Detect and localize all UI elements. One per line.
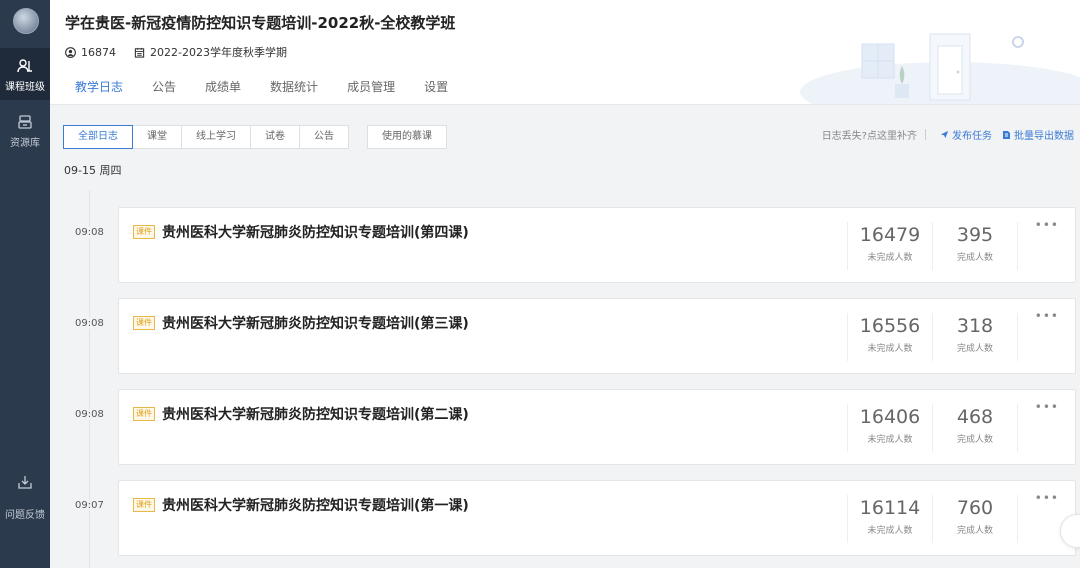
- log-date: 09-15 周四: [64, 164, 122, 177]
- incomplete-count: 16556: [859, 315, 921, 337]
- missing-log-link[interactable]: 日志丢失?点这里补齐: [822, 127, 917, 142]
- complete-count: 468: [956, 406, 994, 428]
- divider: [1017, 495, 1018, 543]
- complete-label: 完成人数: [956, 253, 993, 263]
- entry-time: 09:07: [75, 500, 104, 511]
- tab-teaching-log[interactable]: 教学日志: [75, 78, 123, 95]
- incomplete-stat[interactable]: 16479 未完成人数: [848, 223, 932, 263]
- courseware-badge: 课件: [133, 225, 155, 239]
- filter-mooc[interactable]: 使用的慕课: [367, 125, 447, 149]
- sidebar-item-label: 问题反馈: [5, 510, 45, 521]
- entry-time: 09:08: [75, 227, 104, 238]
- class-icon: [17, 59, 32, 73]
- tab-announcements[interactable]: 公告: [152, 78, 176, 95]
- log-entry-card[interactable]: 课件 贵州医科大学新冠肺炎防控知识专题培训(第一课) 16114 未完成人数 7…: [118, 480, 1076, 556]
- complete-label: 完成人数: [956, 526, 993, 536]
- complete-stat[interactable]: 395 完成人数: [933, 223, 1017, 263]
- complete-stat[interactable]: 760 完成人数: [933, 496, 1017, 536]
- header-illustration: [800, 33, 1080, 104]
- divider: [1017, 222, 1018, 270]
- sidebar-item-resources[interactable]: 资源库: [0, 114, 50, 149]
- sidebar: 课程班级 资源库 问题反馈: [0, 0, 50, 568]
- export-icon: [1003, 130, 1010, 139]
- incomplete-count: 16406: [859, 406, 921, 428]
- incomplete-count: 16114: [859, 497, 921, 519]
- complete-label: 完成人数: [956, 344, 993, 354]
- member-count: 16874: [65, 46, 116, 59]
- page-title: 学在贵医-新冠疫情防控知识专题培训-2022秋-全校教学班: [65, 14, 456, 32]
- avatar[interactable]: [13, 8, 39, 34]
- divider: [1017, 404, 1018, 452]
- complete-count: 395: [956, 224, 994, 246]
- complete-stat[interactable]: 468 完成人数: [933, 405, 1017, 445]
- log-filters: 全部日志 课堂 线上学习 试卷 公告 使用的慕课: [63, 125, 447, 149]
- incomplete-count: 16479: [859, 224, 921, 246]
- entry-time: 09:08: [75, 409, 104, 420]
- incomplete-stat[interactable]: 16114 未完成人数: [848, 496, 932, 536]
- sidebar-item-label: 资源库: [10, 138, 40, 149]
- filter-announcement[interactable]: 公告: [299, 125, 349, 149]
- incomplete-label: 未完成人数: [867, 344, 913, 354]
- timeline-line: [89, 190, 90, 568]
- publish-task-button[interactable]: 发布任务: [940, 127, 992, 142]
- course-tabs: 教学日志 公告 成绩单 数据统计 成员管理 设置: [75, 78, 477, 95]
- course-header: 学在贵医-新冠疫情防控知识专题培训-2022秋-全校教学班 16874 2022…: [50, 0, 1080, 105]
- filter-online-learning[interactable]: 线上学习: [181, 125, 251, 149]
- entry-time: 09:08: [75, 318, 104, 329]
- courseware-badge: 课件: [133, 316, 155, 330]
- course-meta: 16874 2022-2023学年度秋季学期: [65, 44, 305, 60]
- log-entry-card[interactable]: 课件 贵州医科大学新冠肺炎防控知识专题培训(第四课) 16479 未完成人数 3…: [118, 207, 1076, 283]
- more-options-icon[interactable]: •••: [1035, 491, 1059, 505]
- member-count-value: 16874: [81, 45, 116, 59]
- user-icon: [65, 46, 76, 58]
- entry-title[interactable]: 贵州医科大学新冠肺炎防控知识专题培训(第四课): [162, 222, 469, 242]
- courseware-badge: 课件: [133, 498, 155, 512]
- tab-members[interactable]: 成员管理: [347, 78, 395, 95]
- resource-icon: [18, 115, 32, 129]
- sidebar-item-label: 课程班级: [5, 82, 45, 93]
- courseware-badge: 课件: [133, 407, 155, 421]
- filter-exam[interactable]: 试卷: [250, 125, 300, 149]
- tab-settings[interactable]: 设置: [424, 78, 448, 95]
- entry-title[interactable]: 贵州医科大学新冠肺炎防控知识专题培训(第二课): [162, 404, 469, 424]
- feedback-icon: [18, 476, 32, 489]
- divider: [1017, 313, 1018, 361]
- publish-task-label: 发布任务: [952, 131, 992, 142]
- send-icon: [940, 130, 949, 139]
- more-options-icon[interactable]: •••: [1035, 400, 1059, 414]
- filter-all-logs[interactable]: 全部日志: [63, 125, 133, 149]
- incomplete-label: 未完成人数: [867, 526, 913, 536]
- incomplete-label: 未完成人数: [867, 253, 913, 263]
- batch-export-button[interactable]: 批量导出数据: [1002, 127, 1074, 142]
- log-actions: 日志丢失?点这里补齐 发布任务 批量导出数据: [822, 127, 1074, 142]
- tab-statistics[interactable]: 数据统计: [270, 78, 318, 95]
- incomplete-label: 未完成人数: [867, 435, 913, 445]
- complete-count: 760: [956, 497, 994, 519]
- complete-label: 完成人数: [956, 435, 993, 445]
- incomplete-stat[interactable]: 16556 未完成人数: [848, 314, 932, 354]
- sidebar-item-feedback[interactable]: 问题反馈: [0, 474, 50, 521]
- batch-export-label: 批量导出数据: [1014, 131, 1074, 142]
- complete-count: 318: [956, 315, 994, 337]
- more-options-icon[interactable]: •••: [1035, 309, 1059, 323]
- log-entry-card[interactable]: 课件 贵州医科大学新冠肺炎防控知识专题培训(第二课) 16406 未完成人数 4…: [118, 389, 1076, 465]
- sidebar-item-classes[interactable]: 课程班级: [0, 48, 50, 100]
- filter-classroom[interactable]: 课堂: [132, 125, 182, 149]
- entry-title[interactable]: 贵州医科大学新冠肺炎防控知识专题培训(第一课): [162, 495, 469, 515]
- tab-gradebook[interactable]: 成绩单: [205, 78, 241, 95]
- log-entry-card[interactable]: 课件 贵州医科大学新冠肺炎防控知识专题培训(第三课) 16556 未完成人数 3…: [118, 298, 1076, 374]
- divider: [925, 129, 926, 140]
- complete-stat[interactable]: 318 完成人数: [933, 314, 1017, 354]
- semester-info: 2022-2023学年度秋季学期: [134, 44, 287, 60]
- calendar-icon: [134, 47, 145, 58]
- more-options-icon[interactable]: •••: [1035, 218, 1059, 232]
- incomplete-stat[interactable]: 16406 未完成人数: [848, 405, 932, 445]
- entry-title[interactable]: 贵州医科大学新冠肺炎防控知识专题培训(第三课): [162, 313, 469, 333]
- semester-value: 2022-2023学年度秋季学期: [150, 46, 287, 59]
